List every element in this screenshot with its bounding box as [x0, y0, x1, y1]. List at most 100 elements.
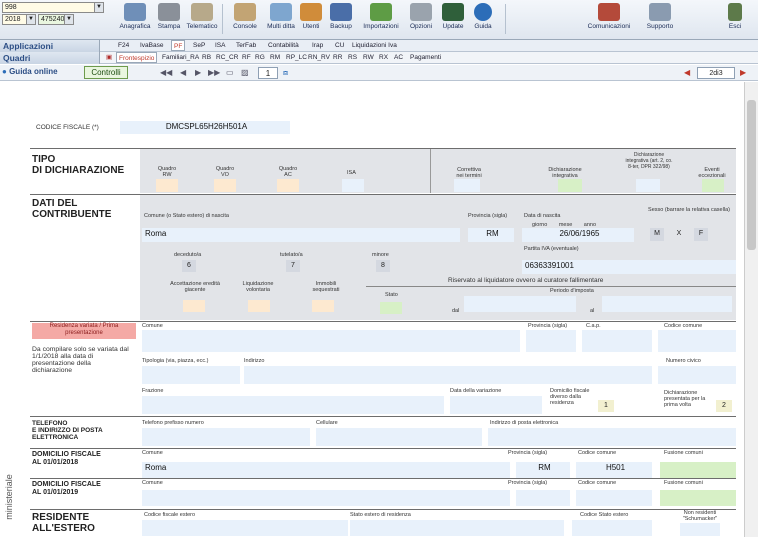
cap-field[interactable]: [582, 330, 652, 352]
comune-res-field[interactable]: [142, 330, 520, 352]
cf-estero-field[interactable]: [142, 520, 348, 536]
stato-field[interactable]: [380, 302, 402, 314]
tab-rx[interactable]: RX: [377, 52, 390, 63]
tab-rf[interactable]: RF: [240, 52, 253, 63]
dal-field[interactable]: [464, 296, 576, 312]
next-section-icon[interactable]: ▶: [740, 68, 746, 77]
dom18-fusione-field[interactable]: [660, 462, 736, 478]
correttiva-field[interactable]: [454, 179, 480, 192]
opzioni-button[interactable]: Opzioni: [404, 2, 438, 36]
year-combo[interactable]: 2018 ▼: [2, 14, 36, 25]
tab-rb[interactable]: RB: [200, 52, 213, 63]
al-field[interactable]: [602, 296, 732, 312]
dich-prima-field[interactable]: 2: [716, 400, 732, 412]
dom19-prov-field[interactable]: [516, 490, 570, 506]
page-number-input[interactable]: 1: [258, 67, 278, 79]
dom19-fusione-field[interactable]: [660, 490, 736, 506]
tab-rw[interactable]: RW: [361, 52, 376, 63]
window-icon[interactable]: ▭: [226, 68, 234, 77]
non-residenti-field[interactable]: [680, 523, 720, 536]
tab-cu[interactable]: CU: [333, 40, 346, 51]
tab-rc-cr[interactable]: RC_CR: [214, 52, 240, 63]
comunicazioni-button[interactable]: Comunicazioni: [585, 2, 633, 36]
sesso-f[interactable]: F: [694, 228, 708, 241]
numero-civico-field[interactable]: [658, 366, 736, 384]
tab-frontespizio[interactable]: Frontespizio: [116, 52, 158, 63]
tab-familiari-ra[interactable]: Familiari_RA: [160, 52, 201, 63]
tipologia-field[interactable]: [142, 366, 240, 384]
tab-ivabase[interactable]: IvaBase: [138, 40, 166, 51]
cellulare-field[interactable]: [316, 428, 482, 446]
tab-f24[interactable]: F24: [116, 40, 131, 51]
last-page-icon[interactable]: ▶▶: [208, 68, 220, 77]
console-button[interactable]: Console: [226, 2, 264, 36]
quadro-ac-field[interactable]: [277, 179, 299, 192]
domicilio-diverso-field[interactable]: 1: [598, 400, 614, 412]
guida-online-link[interactable]: ● Guida online: [2, 67, 58, 76]
dom18-cod-field[interactable]: H501: [576, 462, 652, 478]
tab-isa[interactable]: ISA: [213, 40, 227, 51]
email-field[interactable]: [488, 428, 736, 446]
go-page-icon[interactable]: ⧈: [283, 68, 288, 78]
top-combo[interactable]: 998 ▼: [2, 2, 104, 13]
prev-page-icon[interactable]: ◀: [180, 68, 186, 77]
tab-pf[interactable]: PF: [171, 40, 186, 51]
tab-rr[interactable]: RR: [331, 52, 344, 63]
dom19-comune-field[interactable]: [142, 490, 510, 506]
stato-estero-field[interactable]: [350, 520, 564, 536]
comune-nascita-field[interactable]: Roma: [142, 228, 460, 242]
data-nascita-field[interactable]: 26/06/1965: [522, 228, 634, 242]
tab-contabilita[interactable]: Contabilità: [266, 40, 301, 51]
residenza-variata-button[interactable]: Residenza variata / Prima presentazione: [32, 323, 136, 339]
immobili-field[interactable]: [312, 300, 334, 312]
esci-button[interactable]: Esci: [717, 2, 753, 36]
chevron-down-icon[interactable]: ▼: [94, 3, 103, 12]
dom18-prov-field[interactable]: RM: [516, 462, 570, 478]
telematico-button[interactable]: Telematico: [183, 2, 221, 36]
tab-irap[interactable]: Irap: [310, 40, 325, 51]
dom18-comune-field[interactable]: Roma: [142, 462, 510, 478]
supporto-button[interactable]: Supporto: [641, 2, 679, 36]
tab-liquidazioni-iva[interactable]: Liquidazioni Iva: [350, 40, 399, 51]
data-variazione-field[interactable]: [450, 396, 542, 414]
provincia-res-field[interactable]: [526, 330, 576, 352]
chevron-down-icon[interactable]: ▼: [64, 15, 73, 24]
tab-sep[interactable]: SeP: [191, 40, 207, 51]
tab-terfab[interactable]: TerFab: [234, 40, 258, 51]
codice-stato-field[interactable]: [572, 520, 652, 536]
backup-button[interactable]: Backup: [322, 2, 360, 36]
deceduto-field[interactable]: 6: [182, 260, 196, 272]
client-combo[interactable]: 475240 ▼: [38, 14, 74, 25]
indirizzo-field[interactable]: [244, 366, 652, 384]
integrativa-field[interactable]: [558, 179, 582, 192]
importazioni-button[interactable]: Importazioni: [357, 2, 405, 36]
integrativa-art2-field[interactable]: [636, 179, 660, 192]
quadro-vo-field[interactable]: [214, 179, 236, 192]
prev-section-icon[interactable]: ◀: [684, 68, 690, 77]
guida-button[interactable]: Guida: [468, 2, 498, 36]
tab-rs[interactable]: RS: [346, 52, 359, 63]
provincia-nascita-field[interactable]: RM: [468, 228, 514, 242]
quadro-rw-field[interactable]: [156, 179, 178, 192]
isa-field[interactable]: [342, 179, 364, 192]
tab-rn-rv[interactable]: RN_RV: [306, 52, 332, 63]
tab-rm[interactable]: RM: [268, 52, 282, 63]
tab-rg[interactable]: RG: [253, 52, 267, 63]
frazione-field[interactable]: [142, 396, 444, 414]
minore-field[interactable]: 8: [376, 260, 390, 272]
vertical-scrollbar[interactable]: [744, 82, 758, 537]
eventi-field[interactable]: [702, 179, 724, 192]
first-page-icon[interactable]: ◀◀: [160, 68, 172, 77]
tab-ac[interactable]: AC: [392, 52, 405, 63]
liquidazione-field[interactable]: [248, 300, 270, 312]
telefono-field[interactable]: [142, 428, 310, 446]
controlli-button[interactable]: Controlli: [84, 66, 128, 79]
sesso-m[interactable]: M: [650, 228, 664, 241]
next-page-icon[interactable]: ▶: [195, 68, 201, 77]
tutelato-field[interactable]: 7: [286, 260, 300, 272]
chevron-down-icon[interactable]: ▼: [26, 15, 35, 24]
anagrafica-button[interactable]: Anagrafica: [116, 2, 154, 36]
tab-pagamenti[interactable]: Pagamenti: [408, 52, 443, 63]
accettazione-field[interactable]: [183, 300, 205, 312]
cf-field[interactable]: DMCSPL65H26H501A: [120, 121, 290, 134]
